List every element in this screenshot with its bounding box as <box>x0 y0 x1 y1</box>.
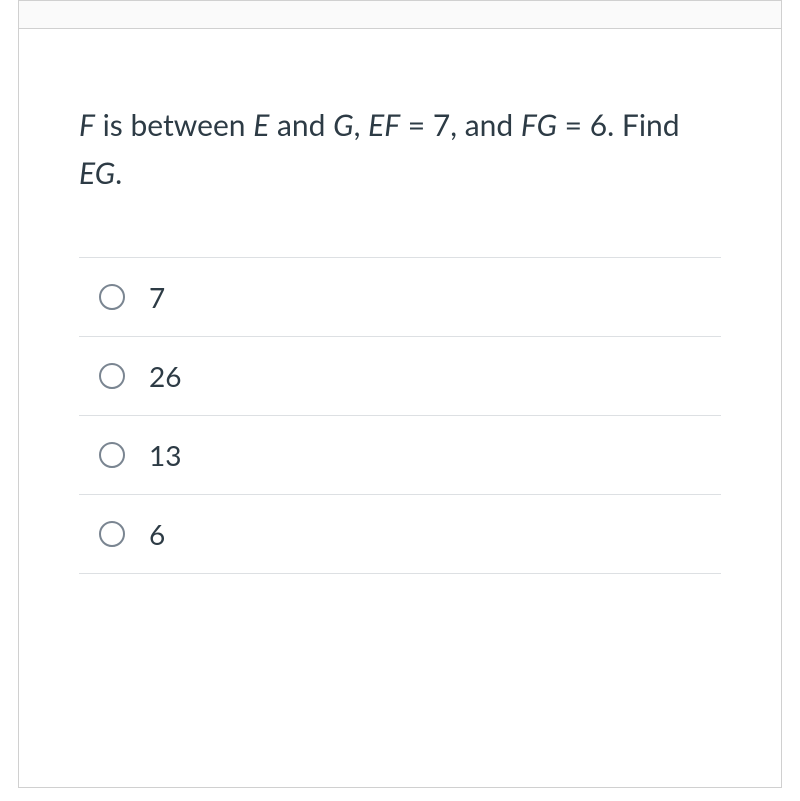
question-segment: is between <box>95 107 253 143</box>
question-container: F is between E and G, EF = 7, and FG = 6… <box>19 29 781 614</box>
radio-icon[interactable] <box>99 363 125 389</box>
question-card: F is between E and G, EF = 7, and FG = 6… <box>18 0 782 788</box>
question-segment: FG <box>521 107 557 143</box>
question-segment: E <box>253 107 269 143</box>
question-segment: EG <box>79 155 115 191</box>
option-label: 13 <box>149 438 181 472</box>
question-segment: F <box>79 107 95 143</box>
option-label: 26 <box>149 359 181 393</box>
card-header-bar <box>19 1 781 29</box>
option-row[interactable]: 26 <box>79 336 721 415</box>
options-list: 7 26 13 6 <box>79 257 721 574</box>
question-segment: = 6. Find <box>557 107 680 143</box>
question-text: F is between E and G, EF = 7, and FG = 6… <box>79 101 721 197</box>
option-label: 6 <box>149 517 165 551</box>
radio-icon[interactable] <box>99 521 125 547</box>
radio-icon[interactable] <box>99 284 125 310</box>
question-segment: EF <box>368 107 400 143</box>
question-segment: = 7, and <box>400 107 521 143</box>
question-segment: , <box>354 107 369 143</box>
option-label: 7 <box>149 280 165 314</box>
option-row[interactable]: 7 <box>79 257 721 336</box>
option-row[interactable]: 13 <box>79 415 721 494</box>
question-segment: G <box>333 107 353 143</box>
question-segment: and <box>269 107 333 143</box>
option-row[interactable]: 6 <box>79 494 721 574</box>
radio-icon[interactable] <box>99 442 125 468</box>
question-segment: . <box>115 155 122 191</box>
